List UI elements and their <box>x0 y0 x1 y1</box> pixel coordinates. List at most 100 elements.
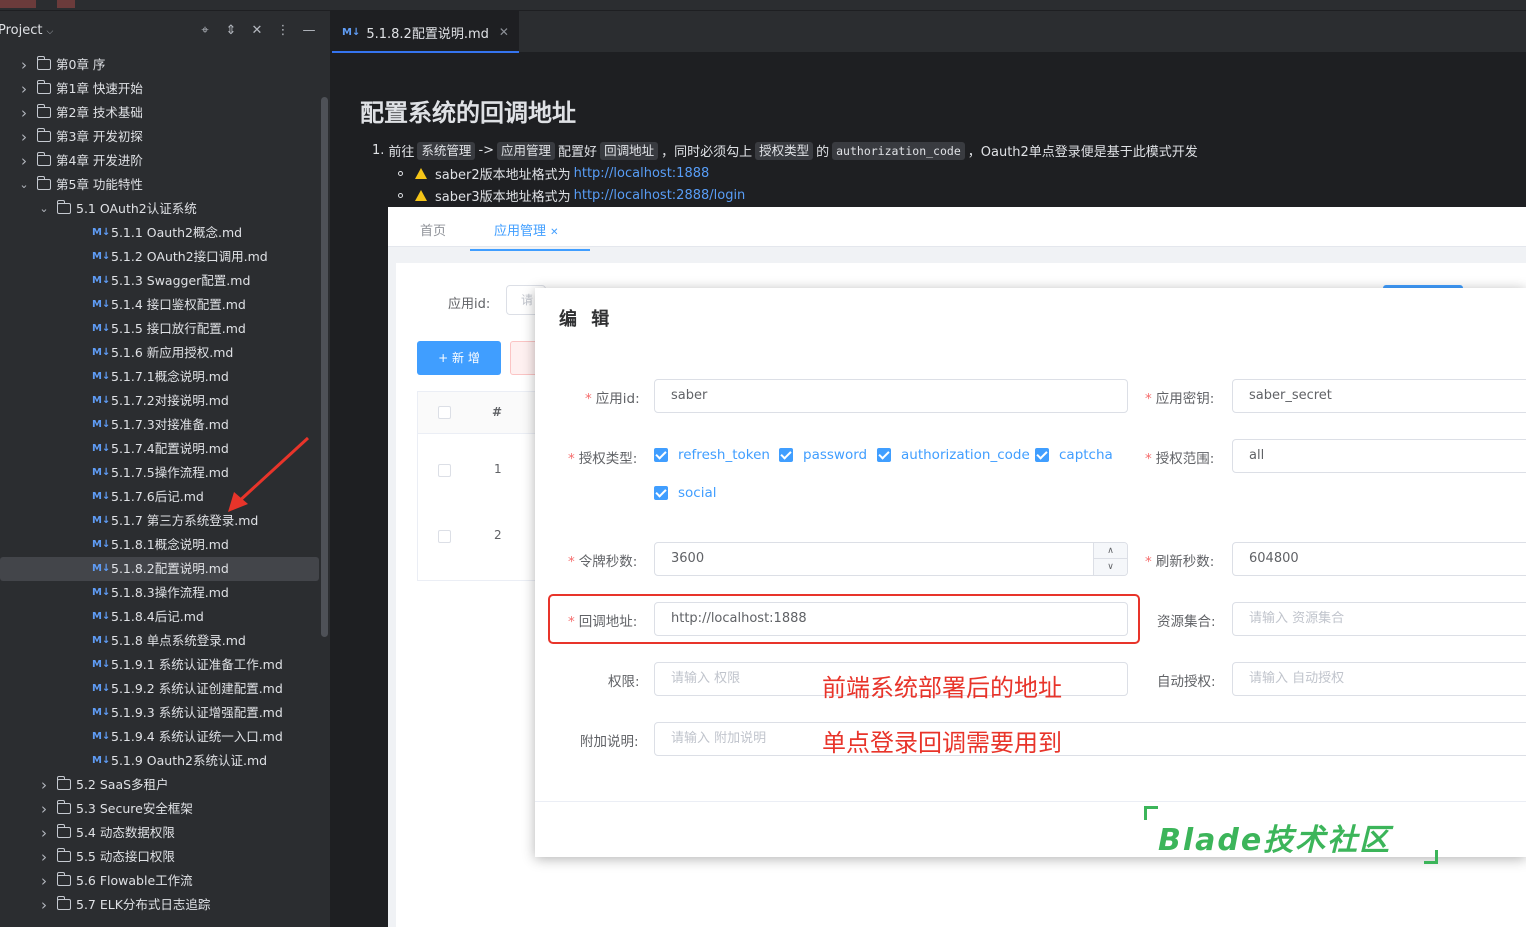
expand-all-icon[interactable]: ⇕ <box>222 22 240 40</box>
locate-icon[interactable]: ⌖ <box>196 22 214 40</box>
app-id-input[interactable]: saber <box>654 379 1128 413</box>
tree-folder[interactable]: › 第2章 技术基础 <box>0 101 320 125</box>
table-header: # <box>418 392 538 434</box>
tree-file[interactable]: M↓ 5.1.9 Oauth2系统认证.md <box>0 749 320 773</box>
folder-icon <box>57 872 71 886</box>
markdown-file-icon: M↓ <box>92 539 111 550</box>
tree-folder[interactable]: › 5.3 Secure安全框架 <box>0 797 320 821</box>
auto-approve-input[interactable]: 请输入 自动授权 <box>1232 662 1526 696</box>
project-title-dropdown[interactable]: Project ⌵ <box>0 23 53 38</box>
collapse-all-icon[interactable]: ✕ <box>248 22 266 40</box>
app-tab-home[interactable]: 首页 <box>420 220 446 239</box>
tree-file[interactable]: M↓ 5.1.9.1 系统认证准备工作.md <box>0 653 320 677</box>
row-checkbox[interactable] <box>438 530 451 543</box>
chevron-down-icon[interactable]: ⌄ <box>18 173 30 197</box>
tree-folder[interactable]: › 5.2 SaaS多租户 <box>0 773 320 797</box>
chevron-down-icon[interactable]: ⌄ <box>38 197 50 221</box>
tree-file[interactable]: M↓ 5.1.5 接口放行配置.md <box>0 317 320 341</box>
scope-input[interactable]: all <box>1232 439 1526 473</box>
refresh-seconds-input[interactable]: 604800 <box>1232 542 1526 576</box>
app-secret-input[interactable]: saber_secret <box>1232 379 1526 413</box>
tree-file[interactable]: M↓ 5.1.8.1概念说明.md <box>0 533 320 557</box>
chevron-right-icon[interactable]: › <box>38 821 50 845</box>
close-icon[interactable]: ✕ <box>550 227 558 238</box>
tree-file[interactable]: M↓ 5.1.2 OAuth2接口调用.md <box>0 245 320 269</box>
tree-file[interactable]: M↓ 5.1.8.3操作流程.md <box>0 581 320 605</box>
tree-file[interactable]: M↓ 5.1.9.4 系统认证统一入口.md <box>0 725 320 749</box>
chevron-right-icon[interactable]: › <box>38 869 50 893</box>
tree-file[interactable]: M↓ 5.1.6 新应用授权.md <box>0 341 320 365</box>
chevron-right-icon[interactable]: › <box>18 149 30 173</box>
more-options-icon[interactable]: ⋮ <box>274 22 292 40</box>
resource-ids-input[interactable]: 请输入 资源集合 <box>1232 602 1526 636</box>
tree-item-label: 第5章 功能特性 <box>56 177 143 192</box>
tree-folder[interactable]: › 5.7 ELK分布式日志追踪 <box>0 893 320 917</box>
tree-file[interactable]: M↓ 5.1.8.2配置说明.md <box>0 557 319 581</box>
tree-file[interactable]: M↓ 5.1.8 单点系统登录.md <box>0 629 320 653</box>
tree-item-label: 第3章 开发初探 <box>56 129 143 144</box>
grant-refresh-token-checkbox[interactable]: refresh_token <box>654 447 770 463</box>
chevron-right-icon[interactable]: › <box>18 77 30 101</box>
editor-tab-active[interactable]: M↓ 5.1.8.2配置说明.md ✕ <box>332 11 519 53</box>
grant-authorization-code-checkbox[interactable]: authorization_code <box>877 447 1030 463</box>
additional-info-input[interactable]: 请输入 附加说明 <box>654 722 1526 756</box>
close-tab-icon[interactable]: ✕ <box>499 25 509 39</box>
grant-social-checkbox[interactable]: social <box>654 485 717 501</box>
chevron-right-icon[interactable]: › <box>18 101 30 125</box>
tree-folder[interactable]: › 第1章 快速开始 <box>0 77 320 101</box>
token-seconds-stepper[interactable]: 3600 ∧ ∨ <box>654 542 1128 576</box>
step-text: -> <box>478 143 495 158</box>
grant-captcha-checkbox[interactable]: captcha <box>1035 447 1113 463</box>
bullet-link[interactable]: http://localhost:1888 <box>574 166 710 181</box>
app-id-label: * 应用id: <box>585 391 640 407</box>
tree-file[interactable]: M↓ 5.1.3 Swagger配置.md <box>0 269 320 293</box>
chevron-right-icon[interactable]: › <box>38 893 50 917</box>
tree-file[interactable]: M↓ 5.1.8.4后记.md <box>0 605 320 629</box>
tree-scrollbar[interactable] <box>321 97 328 637</box>
tree-file[interactable]: M↓ 5.1.9.3 系统认证增强配置.md <box>0 701 320 725</box>
chevron-right-icon[interactable]: › <box>38 797 50 821</box>
tree-file[interactable]: M↓ 5.1.7.1概念说明.md <box>0 365 320 389</box>
tree-file[interactable]: M↓ 5.1.9.2 系统认证创建配置.md <box>0 677 320 701</box>
folder-icon <box>57 200 71 214</box>
minimize-icon[interactable]: — <box>300 22 318 40</box>
tree-file[interactable]: M↓ 5.1.4 接口鉴权配置.md <box>0 293 320 317</box>
tree-file[interactable]: M↓ 5.1.7.2对接说明.md <box>0 389 320 413</box>
tree-file[interactable]: M↓ 5.1.1 Oauth2概念.md <box>0 221 320 245</box>
tree-folder[interactable]: › 5.4 动态数据权限 <box>0 821 320 845</box>
chevron-right-icon[interactable]: › <box>38 845 50 869</box>
grant-password-checkbox[interactable]: password <box>779 447 867 463</box>
tree-item-label: 5.4 动态数据权限 <box>76 825 175 840</box>
tree-folder[interactable]: › 5.6 Flowable工作流 <box>0 869 320 893</box>
data-table: # 1 2 <box>417 391 538 581</box>
tree-folder[interactable]: › 第0章 序 <box>0 53 320 77</box>
watermark-corner <box>1144 806 1158 820</box>
row-checkbox[interactable] <box>438 464 451 477</box>
select-all-checkbox[interactable] <box>438 406 451 419</box>
chevron-right-icon[interactable]: › <box>38 773 50 797</box>
table-header-index: # <box>492 405 503 419</box>
tree-folder[interactable]: › 第4章 开发进阶 <box>0 149 320 173</box>
app-tab-app-mgmt[interactable]: 应用管理 ✕ <box>470 220 590 251</box>
scope-label: * 授权范围: <box>1145 451 1215 467</box>
markdown-file-icon: M↓ <box>92 611 111 622</box>
chevron-right-icon[interactable]: › <box>18 53 30 77</box>
tree-folder[interactable]: › 5.5 动态接口权限 <box>0 845 320 869</box>
bullet-item: saber2版本地址格式为 http://localhost:1888 <box>398 164 709 183</box>
markdown-file-icon: M↓ <box>92 371 111 382</box>
bullet-link[interactable]: http://localhost:2888/login <box>574 188 746 203</box>
folder-icon <box>37 104 51 118</box>
increment-icon[interactable]: ∧ <box>1094 543 1127 559</box>
decrement-icon[interactable]: ∨ <box>1094 559 1127 575</box>
tree-item-label: 5.1.6 新应用授权.md <box>111 345 234 360</box>
tree-folder[interactable]: ⌄ 第5章 功能特性 <box>0 173 320 197</box>
add-button[interactable]: + 新 增 <box>417 341 501 375</box>
chevron-right-icon[interactable]: › <box>18 125 30 149</box>
folder-icon <box>37 56 51 70</box>
tree-folder[interactable]: ⌄ 5.1 OAuth2认证系统 <box>0 197 320 221</box>
tree-folder[interactable]: › 第3章 开发初探 <box>0 125 320 149</box>
watermark-corner <box>1424 850 1438 864</box>
edit-dialog: 编 辑 * 应用id: saber * 应用密钥: saber_secret * 授权… <box>535 288 1526 857</box>
tree-item-label: 5.1.4 接口鉴权配置.md <box>111 297 246 312</box>
warning-icon <box>415 168 427 179</box>
